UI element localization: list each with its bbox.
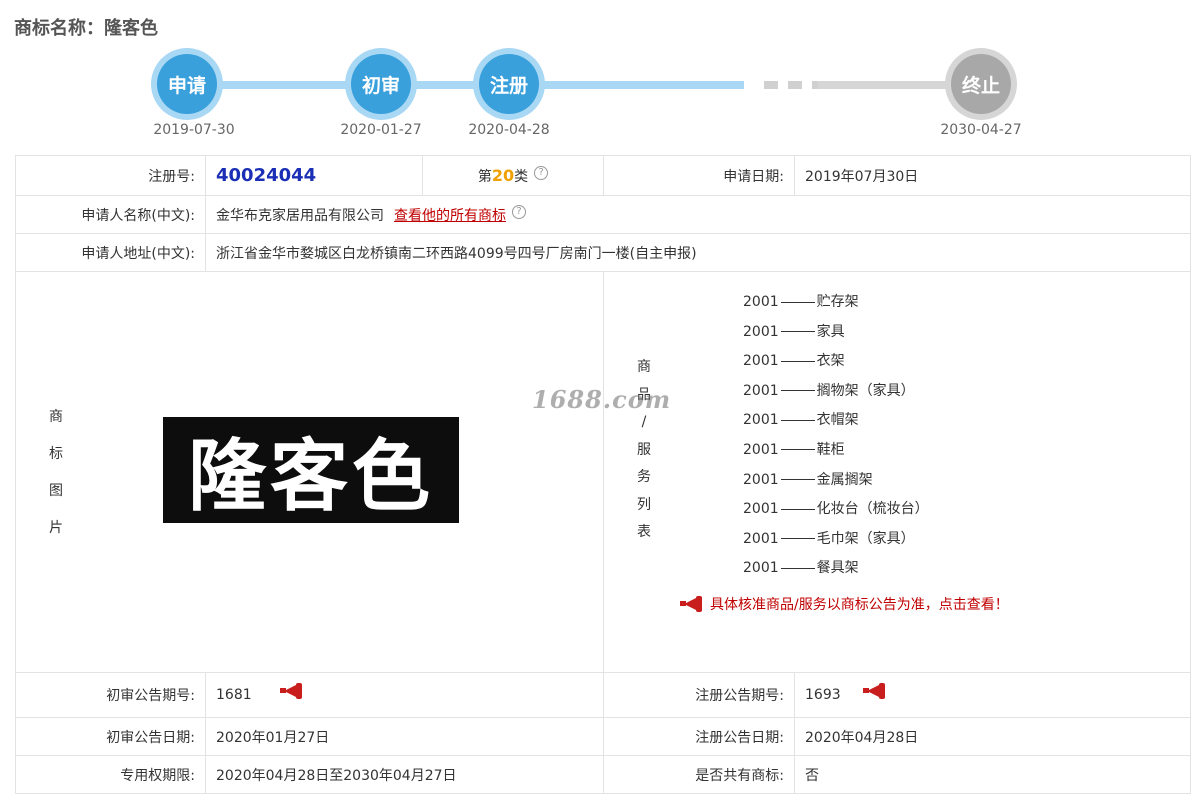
- applicant-value: 金华布克家居用品有限公司: [216, 207, 384, 224]
- view-all-trademarks-link[interactable]: 查看他的所有商标: [394, 208, 506, 224]
- shared-trademark-value: 否: [794, 755, 1191, 794]
- class-prefix: 第: [477, 168, 492, 185]
- goods-notice-link[interactable]: 具体核准商品/服务以商标公告为准，点击查看！: [680, 594, 1009, 614]
- list-item: 2001 家具: [743, 323, 845, 340]
- reg-pub-no-value: 1693: [805, 687, 841, 703]
- timeline-date: 2019-07-30: [153, 122, 235, 138]
- address-value: 浙江省金华市婺城区白龙桥镇南二环西路4099号四号厂房南门一楼(自主申报): [205, 233, 1191, 272]
- list-item: 2001 衣帽架: [743, 412, 859, 429]
- goods-notice-text: 具体核准商品/服务以商标公告为准，点击查看！: [710, 597, 1009, 613]
- timeline-node-terminate: 终止: [945, 48, 1017, 120]
- reg-no-label: 注册号:: [15, 155, 206, 196]
- timeline-date: 2020-04-28: [468, 122, 550, 138]
- trademark-image-label: 商 标 图 片: [49, 409, 63, 536]
- list-item: 2001 搁物架（家具）: [743, 382, 915, 399]
- reg-no-value: 40024044: [216, 165, 317, 186]
- apply-date-label: 申请日期:: [603, 155, 795, 196]
- prelim-no-cell: 1681: [205, 672, 604, 718]
- class-suffix: 类: [514, 168, 529, 185]
- timeline-node-register: 注册: [473, 48, 545, 120]
- list-item: 2001 化妆台（梳妆台）: [743, 501, 929, 518]
- list-item: 2001 贮存架: [743, 294, 859, 310]
- list-item: 2001 金属搁架: [743, 471, 873, 488]
- timeline-node-apply: 申请: [151, 48, 223, 120]
- prelim-date-label: 初审公告日期:: [15, 717, 206, 756]
- timeline-dash: [788, 81, 802, 89]
- applicant-cell: 金华布克家居用品有限公司 查看他的所有商标?: [205, 195, 1191, 234]
- exclusive-period-value: 2020年04月28日至2030年04月27日: [205, 755, 604, 794]
- trademark-info-table: 注册号: 40024044 第20类? 申请日期: 2019年07月30日 申请…: [15, 155, 1191, 794]
- goods-services-label: 商 品 / 服 务 列 表: [637, 359, 651, 540]
- reg-no-cell: 40024044: [205, 155, 423, 196]
- trademark-image-cell: 商 标 图 片 隆客色: [15, 271, 604, 673]
- question-circle-icon[interactable]: ?: [534, 165, 549, 180]
- exclusive-period-label: 专用权期限:: [15, 755, 206, 794]
- list-item: 2001 餐具架: [743, 560, 859, 577]
- timeline-node-label: 终止: [951, 54, 1011, 114]
- megaphone-icon[interactable]: [280, 683, 304, 699]
- trademark-logo: 隆客色: [163, 417, 459, 523]
- megaphone-icon: [680, 596, 704, 612]
- list-item: 2001 鞋柜: [743, 441, 845, 458]
- trademark-logo-text: 隆客色: [187, 432, 434, 522]
- reg-pub-no-cell: 1693: [794, 672, 1191, 718]
- timeline-dash: [764, 81, 778, 89]
- page-title: 商标名称：隆客色: [14, 18, 158, 39]
- address-label: 申请人地址(中文):: [15, 233, 206, 272]
- timeline-node-label: 申请: [157, 54, 217, 114]
- list-item: 2001 衣架: [743, 353, 845, 370]
- timeline-node-label: 注册: [479, 54, 539, 114]
- prelim-no-value: 1681: [216, 687, 252, 703]
- megaphone-icon[interactable]: [863, 683, 887, 699]
- prelim-date-value: 2020年01月27日: [205, 717, 604, 756]
- list-item: 2001 毛巾架（家具）: [743, 530, 915, 547]
- timeline-date: 2020-01-27: [340, 122, 422, 138]
- timeline-progress-line: [190, 81, 744, 89]
- site-watermark: 1688.com: [532, 385, 672, 414]
- apply-date-value: 2019年07月30日: [794, 155, 1191, 196]
- applicant-label: 申请人名称(中文):: [15, 195, 206, 234]
- class-number: 20: [491, 165, 515, 185]
- prelim-no-label: 初审公告期号:: [15, 672, 206, 718]
- timeline-date: 2030-04-27: [940, 122, 1022, 138]
- status-timeline: 申请 2019-07-30 初审 2020-01-27 注册 2020-04-2…: [0, 48, 1200, 148]
- goods-services-cell: 商 品 / 服 务 列 表 2001 贮存架 2001 家具 2001 衣架 2001…: [603, 271, 1191, 673]
- reg-pub-date-label: 注册公告日期:: [603, 717, 795, 756]
- shared-trademark-label: 是否共有商标:: [603, 755, 795, 794]
- class-cell: 第20类?: [422, 155, 604, 196]
- question-circle-icon[interactable]: ?: [512, 204, 526, 219]
- reg-pub-date-value: 2020年04月28日: [794, 717, 1191, 756]
- timeline-node-prelim: 初审: [345, 48, 417, 120]
- timeline-node-label: 初审: [351, 54, 411, 114]
- reg-pub-no-label: 注册公告期号:: [603, 672, 795, 718]
- goods-list: 2001 贮存架 2001 家具 2001 衣架 2001 搁物架（家具） 2001 衣帽…: [743, 288, 929, 584]
